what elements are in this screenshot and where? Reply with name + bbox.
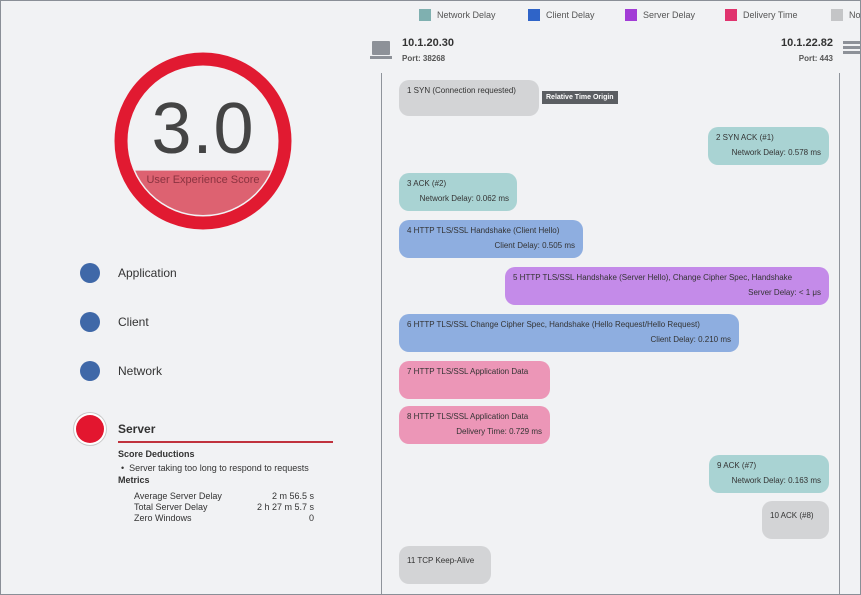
server-details: Score Deductions • Server taking too lon… <box>118 449 338 523</box>
score-label: User Experience Score <box>146 174 260 186</box>
message-title: 6 HTTP TLS/SSL Change Cipher Spec, Hands… <box>407 320 700 329</box>
message-bubble[interactable]: 8 HTTP TLS/SSL Application Data Delivery… <box>399 406 550 444</box>
delivery-time-swatch <box>725 9 737 21</box>
metric-value: 2 h 27 m 5.7 s <box>256 502 314 512</box>
message-title: 8 HTTP TLS/SSL Application Data <box>407 412 529 421</box>
metric-row: Total Server Delay 2 h 27 m 5.7 s <box>134 502 314 512</box>
client-ip: 10.1.20.30 <box>402 37 454 49</box>
category-application[interactable]: Application <box>80 263 177 283</box>
metric-row: Zero Windows 0 <box>134 513 314 523</box>
server-divider <box>118 441 333 443</box>
client-delay-swatch <box>528 9 540 21</box>
message-detail: Client Delay: 0.505 ms <box>494 241 575 250</box>
message-detail: Network Delay: 0.578 ms <box>731 148 821 157</box>
server-delay-swatch <box>625 9 637 21</box>
metric-name: Total Server Delay <box>134 502 208 512</box>
deduction-text: Server taking too long to respond to req… <box>129 463 309 473</box>
server-ip: 10.1.22.82 <box>781 37 833 49</box>
legend-label: No <box>849 10 861 20</box>
message-title: 3 ACK (#2) <box>407 179 447 188</box>
category-label: Server <box>118 422 156 436</box>
metric-value: 0 <box>308 513 314 523</box>
message-title: 4 HTTP TLS/SSL Handshake (Client Hello) <box>407 226 560 235</box>
category-label: Application <box>118 266 177 280</box>
message-bubble[interactable]: 4 HTTP TLS/SSL Handshake (Client Hello) … <box>399 220 583 258</box>
message-detail: Network Delay: 0.163 ms <box>731 476 821 485</box>
message-title: 11 TCP Keep-Alive <box>407 556 475 565</box>
metric-row: Average Server Delay 2 m 56.5 s <box>134 491 314 501</box>
message-bubble[interactable]: 1 SYN (Connection requested) <box>399 80 539 116</box>
message-detail: Server Delay: < 1 μs <box>748 288 821 297</box>
legend-server-delay[interactable]: Server Delay <box>625 9 695 21</box>
client-computer-icon <box>370 41 392 59</box>
category-label: Client <box>118 315 149 329</box>
server-port: Port: 443 <box>798 54 833 63</box>
message-title: 1 SYN (Connection requested) <box>407 86 516 95</box>
metric-name: Zero Windows <box>134 513 192 523</box>
message-detail: Delivery Time: 0.729 ms <box>456 427 542 436</box>
metric-name: Average Server Delay <box>134 491 222 501</box>
metrics-heading: Metrics <box>118 475 150 485</box>
message-bubble[interactable]: 6 HTTP TLS/SSL Change Cipher Spec, Hands… <box>399 314 739 352</box>
message-bubble[interactable]: 5 HTTP TLS/SSL Handshake (Server Hello),… <box>505 267 829 305</box>
score-value: 3.0 <box>151 89 255 169</box>
application-status-dot <box>80 263 100 283</box>
message-bubble[interactable]: 7 HTTP TLS/SSL Application Data <box>399 361 550 399</box>
category-network[interactable]: Network <box>80 361 162 381</box>
client-port: Port: 38268 <box>402 54 446 63</box>
relative-time-origin-tag: Relative Time Origin <box>542 91 618 104</box>
category-server[interactable]: Server <box>76 415 155 443</box>
message-title: 7 HTTP TLS/SSL Application Data <box>407 367 529 376</box>
server-timeline <box>839 73 840 594</box>
legend-label: Server Delay <box>643 10 696 20</box>
message-title: 9 ACK (#7) <box>717 461 757 470</box>
message-bubble[interactable]: 9 ACK (#7) Network Delay: 0.163 ms <box>709 455 829 493</box>
message-bubble[interactable]: 3 ACK (#2) Network Delay: 0.062 ms <box>399 173 517 211</box>
legend-delivery-time[interactable]: Delivery Time <box>725 9 798 21</box>
server-stack-icon <box>843 41 860 59</box>
message-bubble[interactable]: 2 SYN ACK (#1) Network Delay: 0.578 ms <box>708 127 829 165</box>
legend-label: Network Delay <box>437 10 496 20</box>
network-status-dot <box>80 361 100 381</box>
category-client[interactable]: Client <box>80 312 149 332</box>
message-detail: Client Delay: 0.210 ms <box>650 335 731 344</box>
message-bubble[interactable]: 11 TCP Keep-Alive <box>399 546 491 584</box>
category-label: Network <box>118 364 163 378</box>
delay-legend: Network Delay Client Delay Server Delay … <box>419 9 861 23</box>
message-title: 5 HTTP TLS/SSL Handshake (Server Hello),… <box>513 273 793 282</box>
legend-label: Delivery Time <box>743 10 798 20</box>
message-detail: Network Delay: 0.062 ms <box>419 194 509 203</box>
server-status-dot <box>76 415 104 443</box>
message-title: 10 ACK (#8) <box>770 511 814 520</box>
app-window: Network Delay Client Delay Server Delay … <box>0 0 861 595</box>
network-delay-swatch <box>419 9 431 21</box>
legend-client-delay[interactable]: Client Delay <box>528 9 595 21</box>
legend-network-delay[interactable]: Network Delay <box>419 9 496 21</box>
no-delay-swatch <box>831 9 843 21</box>
message-title: 2 SYN ACK (#1) <box>716 133 774 142</box>
deduction-item: • Server taking too long to respond to r… <box>121 463 309 473</box>
message-bubble[interactable]: 10 ACK (#8) <box>762 501 829 539</box>
metric-value: 2 m 56.5 s <box>271 491 314 501</box>
score-deductions-heading: Score Deductions <box>118 449 195 459</box>
user-experience-score-dial: 3.0 User Experience Score <box>108 46 298 236</box>
legend-label: Client Delay <box>546 10 595 20</box>
client-timeline <box>381 73 382 594</box>
client-status-dot <box>80 312 100 332</box>
legend-no-delay[interactable]: No <box>831 9 861 21</box>
